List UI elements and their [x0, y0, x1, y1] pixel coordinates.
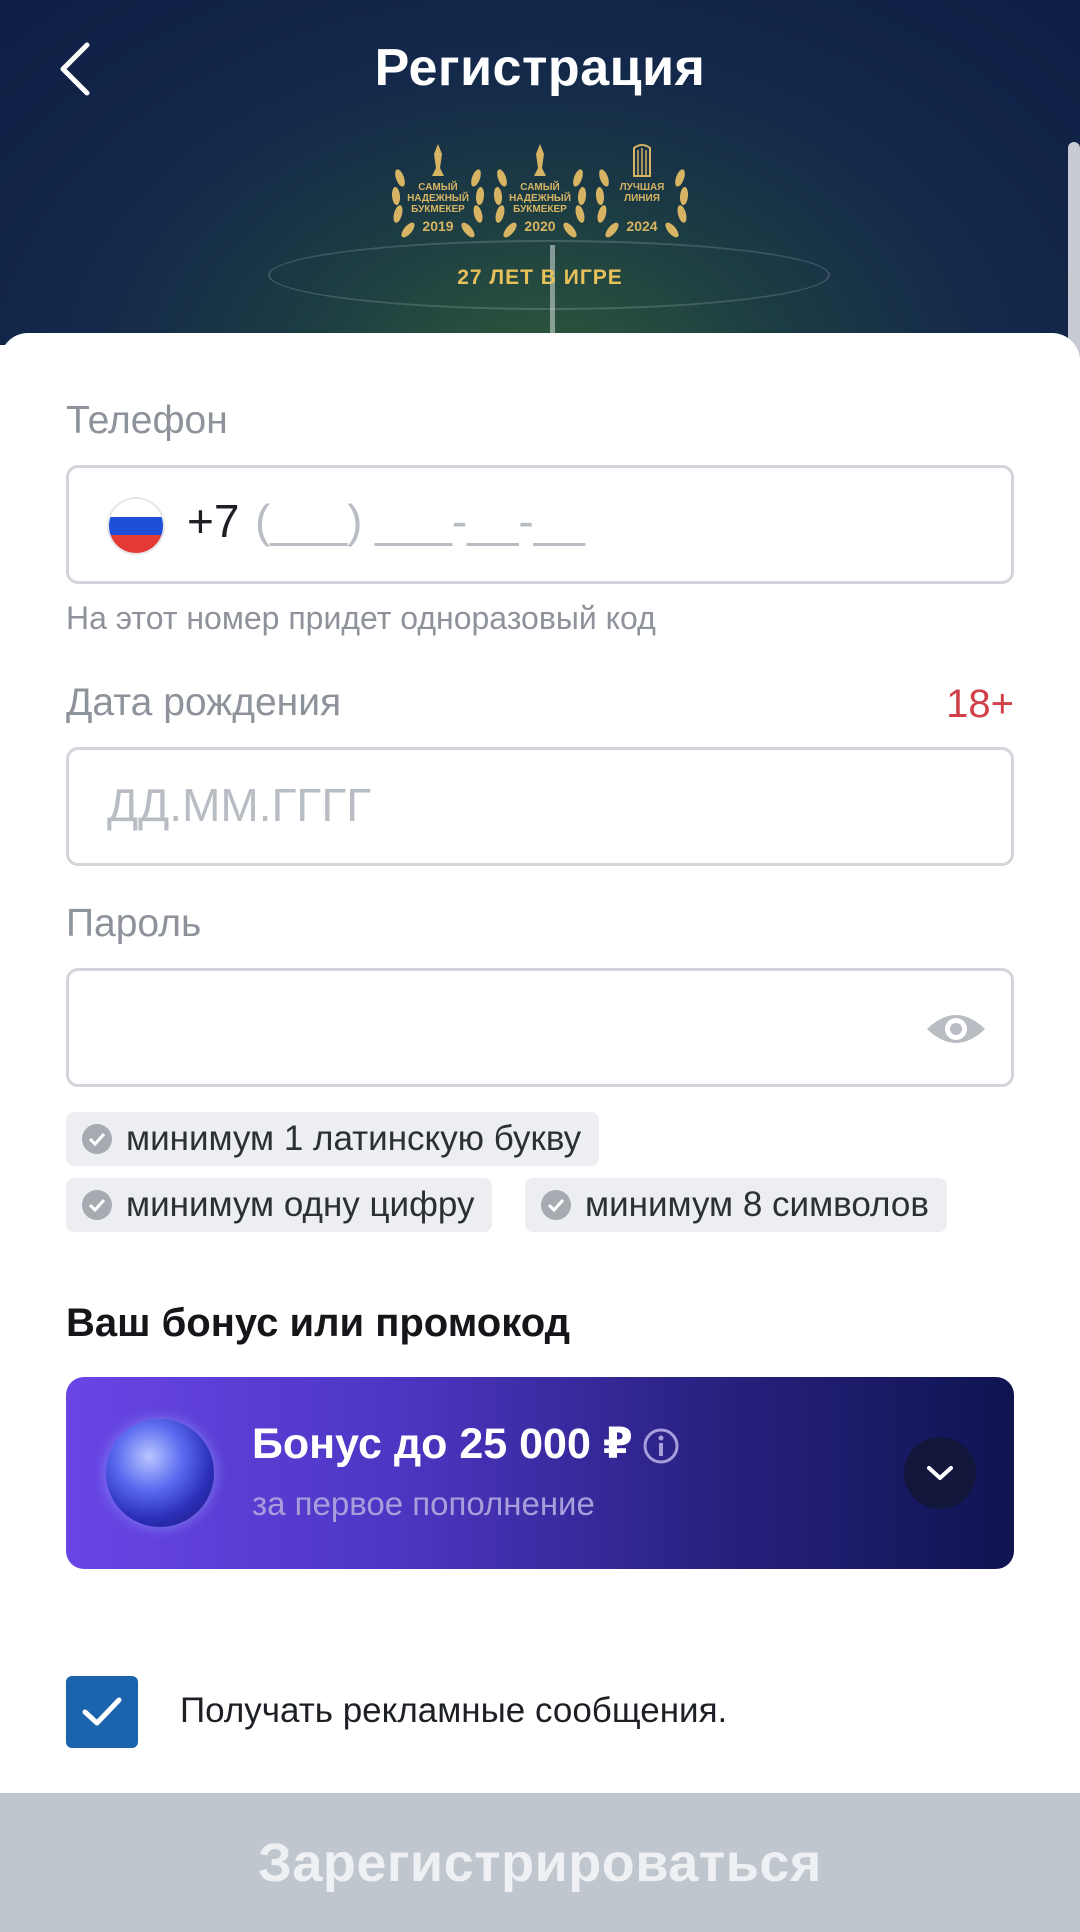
page-title: Регистрация: [374, 39, 706, 97]
age-limit-badge: 18+: [946, 682, 1014, 726]
phone-mask-placeholder: (___) ___-__-__: [255, 495, 585, 547]
bonus-section-title: Ваш бонус или промокод: [66, 1301, 570, 1345]
register-button[interactable]: Зарегистрироваться: [0, 1793, 1080, 1932]
bonus-subtitle: за первое пополнение: [252, 1485, 595, 1522]
awards-row: САМЫЙ НАДЕЖНЫЙ БУКМЕКЕР 2019 САМЫЙ НАДЕЖ…: [388, 138, 692, 250]
requirement-text: минимум 1 латинскую букву: [126, 1119, 582, 1158]
requirement-chip: минимум 8 символов: [525, 1178, 947, 1232]
trophy-icon: [534, 144, 546, 176]
bonus-title: Бонус до 25 000 ₽: [252, 1420, 633, 1468]
football-ball-icon: [106, 1419, 214, 1527]
award-text: ЛУЧШАЯ ЛИНИЯ: [619, 182, 665, 204]
harp-icon: [633, 144, 651, 177]
award-badge: САМЫЙ НАДЕЖНЫЙ БУКМЕКЕР 2019: [388, 138, 488, 250]
password-field[interactable]: [66, 968, 1014, 1087]
award-text: САМЫЙ НАДЕЖНЫЙ БУКМЕКЕР: [407, 182, 469, 215]
header-banner: Регистрация САМЫЙ НАДЕЖНЫЙ БУКМЕКЕР 2019…: [0, 0, 1080, 345]
requirement-chip: минимум одну цифру: [66, 1178, 493, 1232]
password-label: Пароль: [66, 902, 202, 945]
info-icon[interactable]: [642, 1427, 680, 1465]
birthdate-placeholder: ДД.ММ.ГГГГ: [107, 779, 372, 831]
award-year: 2020: [524, 218, 556, 234]
checkmark-icon: [82, 1697, 122, 1726]
promo-consent-checkbox[interactable]: [66, 1676, 138, 1748]
expand-bonus-button[interactable]: [904, 1437, 976, 1509]
requirement-chip: минимум 1 латинскую букву: [66, 1112, 600, 1166]
years-in-game-badge: 27 ЛЕТ В ИГРЕ: [457, 266, 623, 289]
award-year: 2024: [626, 218, 658, 234]
requirement-text: минимум одну цифру: [126, 1185, 475, 1224]
check-icon: [82, 1124, 112, 1154]
bonus-card[interactable]: Бонус до 25 000 ₽ за первое пополнение: [66, 1377, 1014, 1569]
award-text: САМЫЙ НАДЕЖНЫЙ БУКМЕКЕР: [509, 182, 571, 215]
registration-form-card: Телефон +7 (___) ___-__-__ На этот номер…: [0, 333, 1080, 1793]
phone-hint: На этот номер придет одноразовый код: [66, 600, 656, 636]
award-year: 2019: [422, 218, 454, 234]
requirement-text: минимум 8 символов: [585, 1185, 929, 1224]
trophy-icon: [432, 144, 444, 176]
russia-flag-icon[interactable]: [109, 499, 163, 553]
promo-consent-label[interactable]: Получать рекламные сообщения.: [180, 1691, 727, 1731]
eye-icon[interactable]: [925, 1007, 987, 1051]
phone-label: Телефон: [66, 399, 228, 442]
phone-field[interactable]: +7 (___) ___-__-__: [66, 465, 1014, 584]
award-badge: САМЫЙ НАДЕЖНЫЙ БУКМЕКЕР 2020: [490, 138, 590, 250]
chevron-down-icon: [927, 1466, 953, 1480]
check-icon: [541, 1190, 571, 1220]
birthdate-field[interactable]: ДД.ММ.ГГГГ: [66, 747, 1014, 866]
stadium-center-line: [550, 245, 555, 345]
birthdate-label: Дата рождения: [66, 681, 342, 724]
check-icon: [82, 1190, 112, 1220]
country-code: +7: [187, 495, 240, 547]
award-badge: ЛУЧШАЯ ЛИНИЯ 2024: [592, 138, 692, 250]
